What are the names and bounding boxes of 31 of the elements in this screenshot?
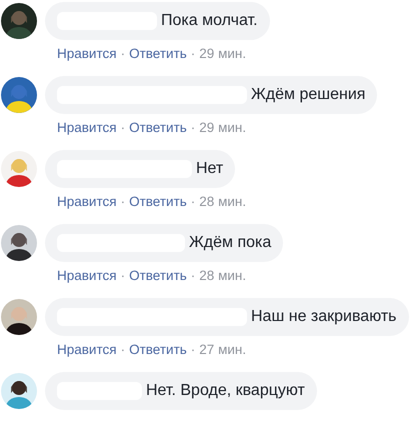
comment-action-link[interactable]: Ответить <box>129 265 187 287</box>
comment-action-link[interactable]: Нравится <box>57 191 117 213</box>
comment-time[interactable]: 27 мин. <box>199 339 246 361</box>
comment-action-link[interactable]: Ответить <box>129 339 187 361</box>
separator-dot: · <box>190 193 196 211</box>
comment-action-link[interactable]: Ответить <box>129 117 187 139</box>
comment-action-link[interactable]: Нравится <box>57 43 117 65</box>
comment-action-link[interactable]: Нравится <box>57 117 117 139</box>
comment-action-link[interactable]: Ответить <box>129 43 187 65</box>
separator-dot: · <box>190 45 196 63</box>
comment-text: Пока молчат. <box>161 12 258 30</box>
comment-text: Наш не закривають <box>251 308 397 326</box>
separator-dot: · <box>190 267 196 285</box>
separator-dot: · <box>120 119 126 137</box>
comment-text: Нет <box>196 160 224 178</box>
separator-dot: · <box>190 119 196 137</box>
comment-text: Ждём решения <box>251 86 366 104</box>
comment-time[interactable]: 29 мин. <box>199 117 246 139</box>
comment-text: Ждём пока <box>189 234 272 252</box>
comment-action-link[interactable]: Ответить <box>129 191 187 213</box>
comment-time[interactable]: 29 мин. <box>199 43 246 65</box>
separator-dot: · <box>190 341 196 359</box>
separator-dot: · <box>120 267 126 285</box>
separator-dot: · <box>120 45 126 63</box>
separator-dot: · <box>120 341 126 359</box>
comment-time[interactable]: 28 мин. <box>199 191 246 213</box>
separator-dot: · <box>120 193 126 211</box>
comment-action-link[interactable]: Нравится <box>57 339 117 361</box>
comment-text: Нет. Вроде, кварцуют <box>146 382 305 400</box>
comment-time[interactable]: 28 мин. <box>199 265 246 287</box>
comment-action-link[interactable]: Нравится <box>57 265 117 287</box>
